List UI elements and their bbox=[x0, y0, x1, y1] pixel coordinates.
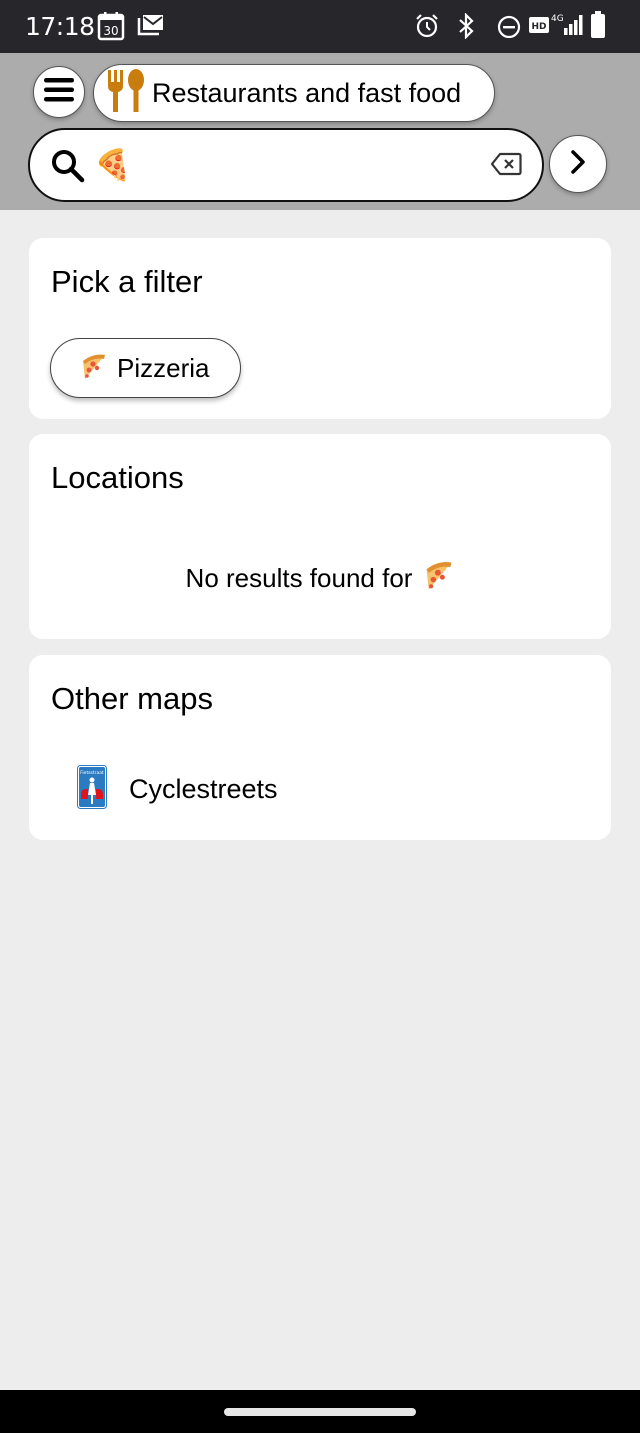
4g-signal-icon: 4G bbox=[551, 12, 585, 43]
pizza-icon bbox=[424, 558, 454, 599]
theme-title: Restaurants and fast food bbox=[152, 77, 462, 108]
calendar-icon: 30 bbox=[97, 11, 125, 46]
clear-search-button[interactable] bbox=[490, 152, 522, 181]
search-input[interactable] bbox=[94, 144, 474, 186]
filter-card: Pick a filter Pizzeria bbox=[29, 238, 611, 419]
cyclestreet-sign-icon: Fietsstraat bbox=[77, 765, 107, 814]
locations-card: Locations No results found for bbox=[29, 434, 611, 639]
filter-card-title: Pick a filter bbox=[51, 264, 203, 299]
system-navigation-bar bbox=[0, 1390, 640, 1433]
hd-voice-icon: HD bbox=[529, 17, 549, 38]
status-time: 17:18 bbox=[25, 12, 95, 41]
bluetooth-icon bbox=[456, 12, 476, 44]
alarm-icon bbox=[414, 13, 440, 44]
hamburger-icon bbox=[43, 76, 75, 109]
home-gesture-handle[interactable] bbox=[224, 1408, 416, 1416]
mail-icon bbox=[137, 14, 165, 43]
theme-selector-button[interactable]: Restaurants and fast food bbox=[93, 64, 495, 122]
pizza-icon bbox=[81, 351, 107, 386]
svg-text:Fietsstraat: Fietsstraat bbox=[80, 770, 104, 776]
status-bar: 17:18 30 HD 4G bbox=[0, 0, 640, 53]
next-button[interactable] bbox=[549, 135, 607, 193]
other-maps-card: Other maps Fietsstraat Cyclestreets bbox=[29, 655, 611, 840]
search-box bbox=[28, 128, 544, 202]
other-map-item-cyclestreets[interactable]: Fietsstraat Cyclestreets bbox=[77, 765, 278, 814]
svg-text:HD: HD bbox=[531, 22, 546, 32]
chevron-right-icon bbox=[566, 148, 590, 181]
menu-button[interactable] bbox=[33, 66, 85, 118]
no-results-text: No results found for bbox=[185, 563, 413, 593]
no-results-message: No results found for bbox=[29, 558, 611, 599]
fork-spoon-icon bbox=[106, 68, 146, 119]
backspace-clear-icon bbox=[490, 152, 522, 180]
calendar-day: 30 bbox=[103, 24, 118, 38]
other-maps-card-title: Other maps bbox=[51, 681, 213, 716]
search-icon bbox=[50, 148, 86, 189]
top-bar: Restaurants and fast food bbox=[0, 53, 640, 210]
filter-chip-label: Pizzeria bbox=[117, 352, 210, 383]
other-map-label: Cyclestreets bbox=[129, 774, 278, 804]
svg-text:4G: 4G bbox=[551, 14, 564, 24]
filter-chip-pizzeria[interactable]: Pizzeria bbox=[50, 338, 241, 398]
battery-icon bbox=[590, 11, 606, 44]
do-not-disturb-icon bbox=[496, 14, 522, 45]
locations-card-title: Locations bbox=[51, 460, 184, 495]
